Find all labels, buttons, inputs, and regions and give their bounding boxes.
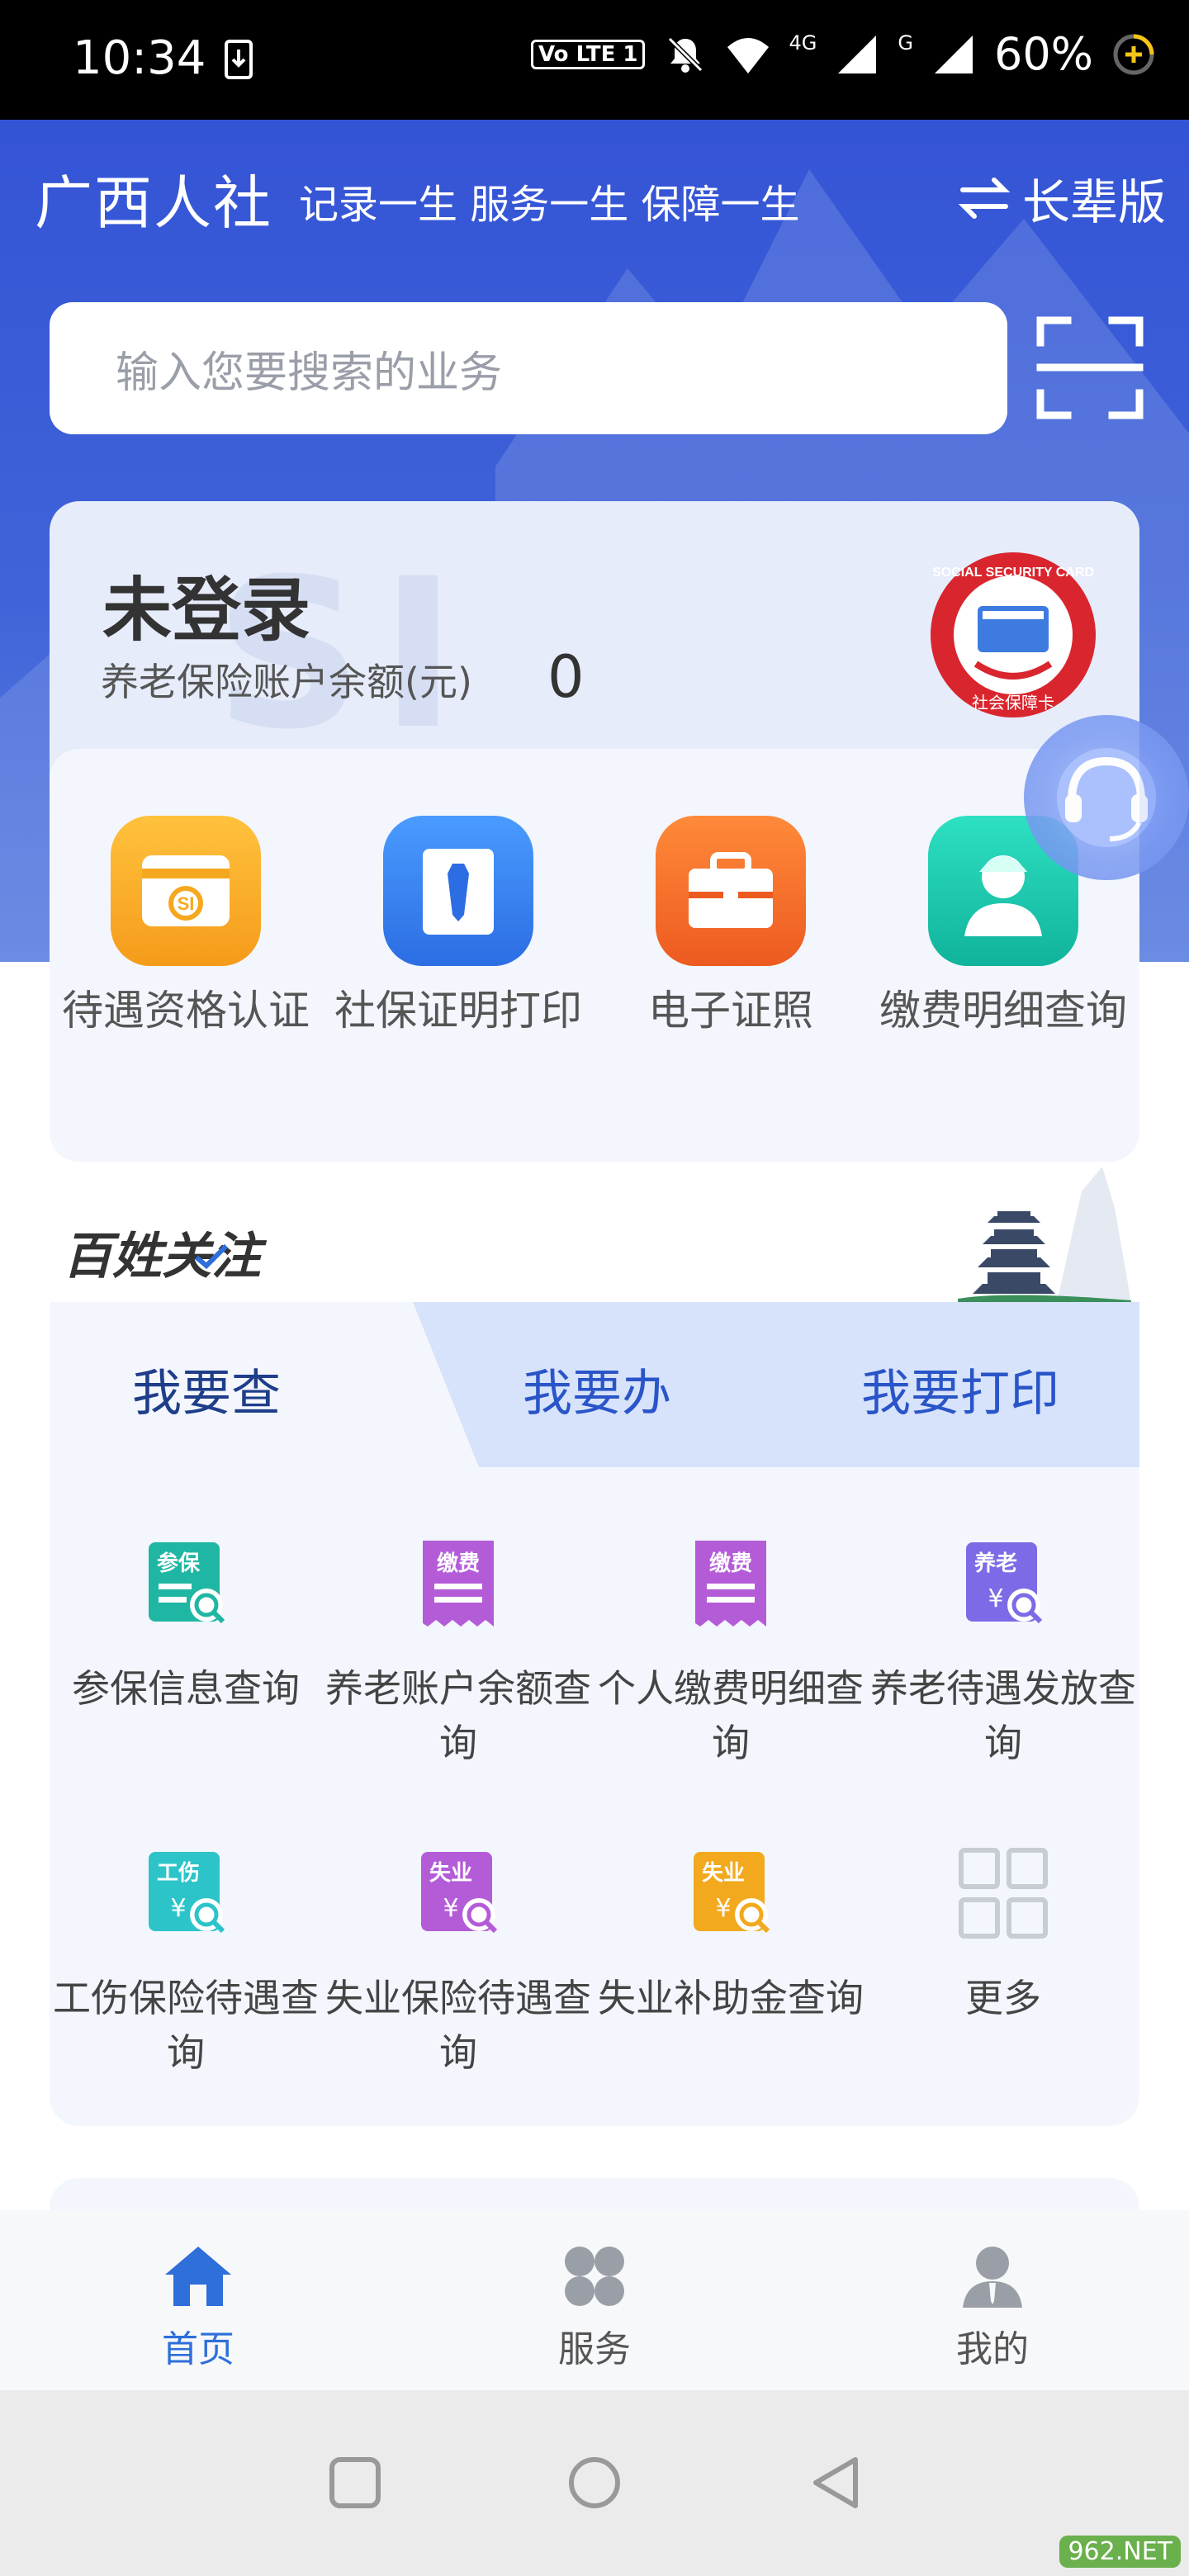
quick-action-label: 电子证照: [648, 987, 813, 1035]
nav-services[interactable]: 服务: [512, 2243, 677, 2372]
grid-item-unemployment-subsidy[interactable]: ¥ 失业 失业补助金查询: [594, 1845, 867, 2025]
grid-item-label: 更多: [965, 1976, 1041, 2020]
system-navigation-bar: 962.NET: [0, 2390, 1189, 2576]
home-button-icon[interactable]: [568, 2456, 621, 2509]
status-time: 10:34: [73, 31, 206, 85]
grid-item-label: 养老待遇发放查询: [870, 1666, 1136, 1765]
scan-icon[interactable]: [1036, 316, 1144, 419]
grid-item-label: 失业补助金查询: [598, 1976, 864, 2020]
network-4g: 4G: [789, 31, 817, 54]
quick-action-label: 待遇资格认证: [62, 987, 310, 1035]
nav-label: 服务: [558, 2328, 631, 2370]
grid-item-payment-detail[interactable]: 缴费 个人缴费明细查询: [594, 1536, 867, 1770]
svg-text:SI: SI: [178, 893, 195, 914]
tab-query[interactable]: 我要查: [132, 1353, 281, 1425]
social-security-card-logo: SOCIAL SECURITY CARD 社会保障卡: [931, 552, 1096, 717]
section-title: 百姓关注: [63, 1216, 261, 1288]
quick-action-label: 缴费明细查询: [879, 987, 1127, 1035]
svg-text:¥: ¥: [715, 1894, 731, 1923]
svg-text:失业: 失业: [429, 1861, 472, 1886]
certificate-tie-icon: [383, 816, 533, 966]
login-status[interactable]: 未登录: [102, 555, 310, 655]
section-title-text: 百姓关注: [63, 1228, 261, 1286]
tab-print[interactable]: 我要打印: [861, 1353, 1059, 1425]
grid-item-unemployment[interactable]: ¥ 失业 失业保险待遇查询: [322, 1845, 594, 2080]
status-icons: Vo LTE 1 4G G 60%: [530, 28, 1156, 80]
payment-receipt-icon: 缴费: [685, 1536, 776, 1635]
signal-icon: [838, 35, 877, 73]
elder-mode-label: 长辈版: [1021, 174, 1166, 230]
si-card-icon: SI: [111, 816, 261, 966]
switch-arrows-icon: [958, 178, 1011, 219]
tab-handle[interactable]: 我要办: [523, 1353, 671, 1425]
quick-action-e-license[interactable]: 电子证照: [594, 816, 867, 1043]
grid-item-label: 工伤保险待遇查询: [53, 1976, 319, 2075]
nav-profile[interactable]: 我的: [910, 2243, 1075, 2372]
svg-text:养老: 养老: [973, 1551, 1017, 1576]
grid-item-injury[interactable]: ¥ 工伤 工伤保险待遇查询: [50, 1845, 322, 2080]
grid-item-label: 参保信息查询: [72, 1666, 300, 1711]
grid-item-label: 失业保险待遇查询: [325, 1976, 591, 2075]
site-watermark: 962.NET: [1059, 2536, 1181, 2568]
volte-icon: Vo LTE 1: [530, 39, 646, 69]
svg-text:缴费: 缴费: [437, 1551, 480, 1576]
headset-icon: [1057, 748, 1156, 847]
grid-item-label: 养老账户余额查询: [325, 1666, 591, 1765]
balance-value: 0: [547, 643, 585, 711]
svg-text:工伤: 工伤: [157, 1861, 200, 1886]
profile-icon: [963, 2247, 1022, 2308]
battery-percent: 60%: [993, 28, 1093, 80]
svg-text:¥: ¥: [443, 1894, 458, 1923]
grid-item-pension-balance[interactable]: 缴费 养老账户余额查询: [322, 1536, 594, 1770]
grid-item-pension-payout[interactable]: ¥ 养老 养老待遇发放查询: [867, 1536, 1139, 1770]
services-icon: [565, 2247, 624, 2306]
recents-icon[interactable]: [329, 2456, 381, 2509]
svg-text:¥: ¥: [170, 1894, 186, 1923]
svg-text:参保: 参保: [157, 1551, 201, 1576]
svg-text:失业: 失业: [702, 1861, 745, 1886]
app-brand: 广西人社: [35, 169, 272, 237]
nav-label: 我的: [956, 2328, 1029, 2370]
mute-bell-icon: [668, 36, 703, 73]
grid-item-label: 个人缴费明细查询: [598, 1666, 864, 1765]
pension-query-icon: ¥ 养老: [958, 1536, 1049, 1635]
bottom-navigation: 首页 服务 我的: [0, 2210, 1189, 2390]
status-bar: 10:34 Vo LTE 1 4G G 60%: [0, 0, 1189, 120]
nav-label: 首页: [162, 2328, 234, 2370]
unemployment-query-icon: ¥ 失业: [413, 1845, 504, 1944]
svg-text:社会保障卡: 社会保障卡: [972, 693, 1054, 713]
grid-item-more[interactable]: 更多: [867, 1845, 1139, 2025]
subsidy-query-icon: ¥ 失业: [685, 1845, 776, 1944]
download-icon: [225, 40, 253, 83]
back-icon[interactable]: [809, 2455, 862, 2511]
network-g: G: [898, 31, 913, 54]
app-slogan: 记录一生 服务一生 保障一生: [299, 182, 800, 228]
wifi-icon: [727, 37, 770, 73]
injury-query-icon: ¥ 工伤: [140, 1845, 231, 1944]
concern-tabs: 我要查 我要办 我要打印: [50, 1302, 1139, 1467]
svg-text:缴费: 缴费: [709, 1551, 752, 1576]
elder-mode-toggle[interactable]: 长辈版: [958, 163, 1166, 233]
insured-query-icon: 参保: [140, 1536, 231, 1635]
svg-text:¥: ¥: [988, 1584, 1003, 1613]
briefcase-icon: [656, 816, 806, 966]
nav-home[interactable]: 首页: [116, 2243, 281, 2372]
battery-saver-icon: [1113, 34, 1154, 74]
quick-action-qualification[interactable]: SI 待遇资格认证: [50, 816, 322, 1043]
payment-receipt-icon: 缴费: [413, 1536, 504, 1635]
home-icon: [165, 2247, 231, 2306]
search-input[interactable]: 输入您要搜索的业务: [50, 302, 1007, 434]
grid-more-icon: [958, 1845, 1049, 1944]
balance-label: 养老保险账户余额(元): [101, 660, 472, 704]
pagoda-illustration: [958, 1167, 1131, 1303]
grid-item-insured-info[interactable]: 参保 参保信息查询: [50, 1536, 322, 1716]
quick-action-label: 社保证明打印: [334, 987, 582, 1035]
customer-service-button[interactable]: [1024, 715, 1189, 880]
svg-text:SOCIAL SECURITY CARD: SOCIAL SECURITY CARD: [932, 566, 1094, 580]
quick-action-certificate-print[interactable]: 社保证明打印: [322, 816, 594, 1043]
check-mark-icon: [195, 1244, 228, 1269]
signal-icon-2: [934, 35, 973, 73]
